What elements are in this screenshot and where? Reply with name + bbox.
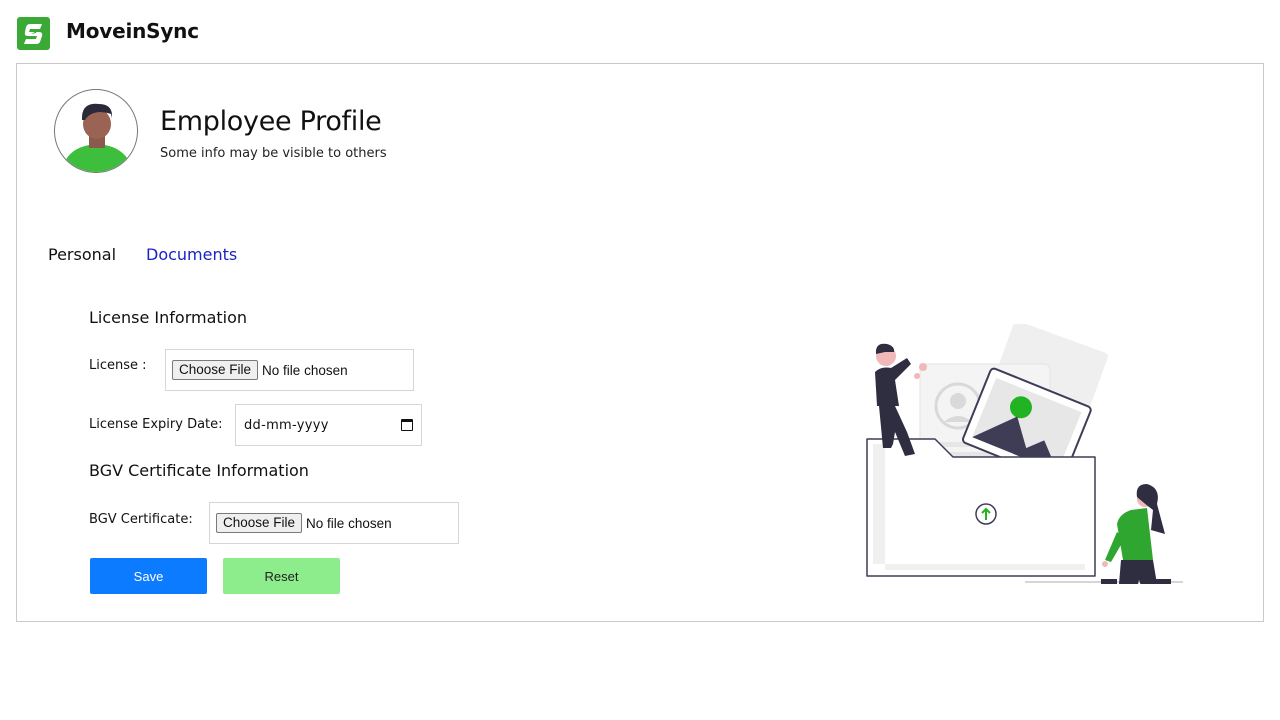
license-expiry-date-input[interactable]: dd-mm-yyyy <box>235 404 422 446</box>
avatar[interactable] <box>54 89 138 173</box>
license-section-title: License Information <box>89 308 248 327</box>
bgv-certificate-label: BGV Certificate: <box>89 512 193 527</box>
license-expiry-label: License Expiry Date: <box>89 417 223 432</box>
bgv-certificate-file-input[interactable]: Choose File No file chosen <box>209 502 459 544</box>
license-expiry-placeholder: dd-mm-yyyy <box>244 417 329 433</box>
moveinsync-logo-icon[interactable] <box>17 17 50 50</box>
save-button[interactable]: Save <box>90 558 207 594</box>
license-file-input[interactable]: Choose File No file chosen <box>165 349 414 391</box>
page-subtitle: Some info may be visible to others <box>160 146 387 161</box>
license-file-status: No file chosen <box>262 362 348 378</box>
bgv-section-title: BGV Certificate Information <box>89 461 309 480</box>
employee-profile-card: Employee Profile Some info may be visibl… <box>16 63 1264 632</box>
brand-name: MoveinSync <box>66 19 199 43</box>
license-choose-file-button[interactable]: Choose File <box>172 360 259 380</box>
calendar-icon[interactable] <box>401 419 413 431</box>
tab-documents[interactable]: Documents <box>146 245 237 264</box>
bgv-choose-file-button[interactable]: Choose File <box>216 513 303 533</box>
top-bar: MoveinSync <box>0 0 1280 64</box>
page-title: Employee Profile <box>160 106 382 137</box>
license-label: License : <box>89 358 147 373</box>
reset-button[interactable]: Reset <box>223 558 340 594</box>
bgv-file-status: No file chosen <box>306 515 392 531</box>
document-upload-illustration <box>865 321 1187 632</box>
tab-personal[interactable]: Personal <box>48 245 116 264</box>
